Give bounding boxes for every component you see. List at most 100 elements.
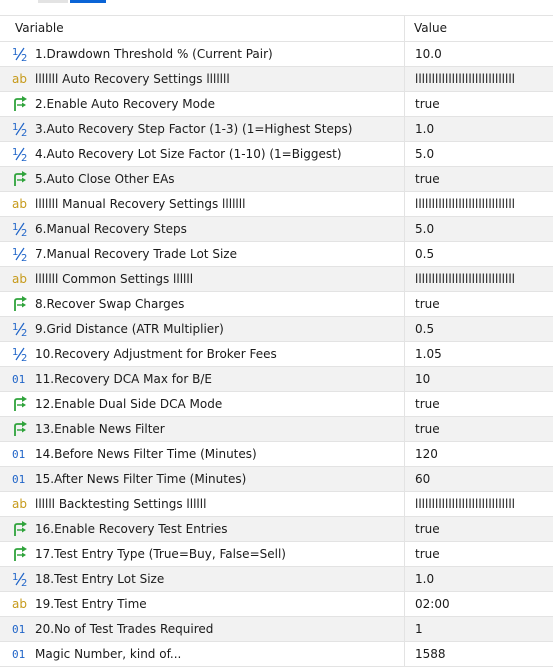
variable-name: 1.Drawdown Threshold % (Current Pair) xyxy=(35,47,273,61)
variable-name: 5.Auto Close Other EAs xyxy=(35,172,175,186)
value-cell[interactable]: 0.5 xyxy=(405,242,553,266)
value-cell[interactable]: true xyxy=(405,392,553,416)
value-cell[interactable]: 60 xyxy=(405,467,553,491)
value-cell[interactable]: 10 xyxy=(405,367,553,391)
table-row[interactable]: 1 2 1.Drawdown Threshold % (Current Pair… xyxy=(0,42,553,67)
svg-text:1: 1 xyxy=(12,147,18,158)
value-cell[interactable]: 1.0 xyxy=(405,567,553,591)
table-row[interactable]: ab 19.Test Entry Time 02:00 xyxy=(0,592,553,617)
table-row[interactable]: ab llllll Backtesting Settings llllll llll… xyxy=(0,492,553,517)
variable-cell[interactable]: 1 2 7.Manual Recovery Trade Lot Size xyxy=(0,242,405,266)
variable-cell[interactable]: 1 2 10.Recovery Adjustment for Broker Fe… xyxy=(0,342,405,366)
value-cell[interactable]: 1 xyxy=(405,617,553,641)
table-row[interactable]: 12.Enable Dual Side DCA Mode true xyxy=(0,392,553,417)
table-row[interactable]: 1 2 10.Recovery Adjustment for Broker Fe… xyxy=(0,342,553,367)
variable-name: lllllll Auto Recovery Settings lllllll xyxy=(35,72,230,86)
variable-cell[interactable]: 5.Auto Close Other EAs xyxy=(0,167,405,191)
variable-cell[interactable]: ab lllllll Common Settings llllll xyxy=(0,267,405,291)
variable-cell[interactable]: ab llllll Backtesting Settings llllll xyxy=(0,492,405,516)
value-cell[interactable]: llllllllllllllllllllllllllllll xyxy=(405,192,553,216)
table-row[interactable]: 1 2 6.Manual Recovery Steps 5.0 xyxy=(0,217,553,242)
variable-name: 20.No of Test Trades Required xyxy=(35,622,214,636)
table-row[interactable]: 1 2 3.Auto Recovery Step Factor (1-3) (1… xyxy=(0,117,553,142)
variable-name: 12.Enable Dual Side DCA Mode xyxy=(35,397,223,411)
value-text: 10.0 xyxy=(415,47,442,61)
variable-name: 16.Enable Recovery Test Entries xyxy=(35,522,228,536)
svg-text:2: 2 xyxy=(21,228,27,237)
variable-cell[interactable]: 1 2 4.Auto Recovery Lot Size Factor (1-1… xyxy=(0,142,405,166)
variable-cell[interactable]: 12.Enable Dual Side DCA Mode xyxy=(0,392,405,416)
value-cell[interactable]: true xyxy=(405,417,553,441)
variable-name: 6.Manual Recovery Steps xyxy=(35,222,187,236)
table-row[interactable]: ab lllllll Manual Recovery Settings lllll… xyxy=(0,192,553,217)
table-row[interactable]: 01 20.No of Test Trades Required 1 xyxy=(0,617,553,642)
header-variable[interactable]: Variable xyxy=(0,16,405,41)
svg-text:2: 2 xyxy=(21,328,27,337)
value-cell[interactable]: true xyxy=(405,92,553,116)
value-text: 60 xyxy=(415,472,431,486)
value-cell[interactable]: 02:00 xyxy=(405,592,553,616)
variable-cell[interactable]: 17.Test Entry Type (True=Buy, False=Sell… xyxy=(0,542,405,566)
tab-common[interactable] xyxy=(38,0,68,3)
table-row[interactable]: 17.Test Entry Type (True=Buy, False=Sell… xyxy=(0,542,553,567)
value-cell[interactable]: true xyxy=(405,542,553,566)
value-cell[interactable]: 1588 xyxy=(405,642,553,666)
value-cell[interactable]: true xyxy=(405,167,553,191)
variable-name: Magic Number, kind of... xyxy=(35,647,182,661)
variable-cell[interactable]: 1 2 3.Auto Recovery Step Factor (1-3) (1… xyxy=(0,117,405,141)
variable-name: 9.Grid Distance (ATR Multiplier) xyxy=(35,322,224,336)
value-text: 1588 xyxy=(415,647,446,661)
table-row[interactable]: 01 15.After News Filter Time (Minutes) 60 xyxy=(0,467,553,492)
table-row[interactable]: 1 2 7.Manual Recovery Trade Lot Size 0.5 xyxy=(0,242,553,267)
value-cell[interactable]: 1.0 xyxy=(405,117,553,141)
header-value[interactable]: Value xyxy=(405,16,553,41)
table-row[interactable]: 01 14.Before News Filter Time (Minutes) 12… xyxy=(0,442,553,467)
variable-cell[interactable]: ab lllllll Auto Recovery Settings lllllll xyxy=(0,67,405,91)
value-cell[interactable]: 120 xyxy=(405,442,553,466)
value-cell[interactable]: 5.0 xyxy=(405,217,553,241)
bool-icon xyxy=(12,96,32,112)
variable-cell[interactable]: 1 2 9.Grid Distance (ATR Multiplier) xyxy=(0,317,405,341)
variable-cell[interactable]: 01 11.Recovery DCA Max for B/E xyxy=(0,367,405,391)
table-row[interactable]: 2.Enable Auto Recovery Mode true xyxy=(0,92,553,117)
table-row[interactable]: 13.Enable News Filter true xyxy=(0,417,553,442)
table-row[interactable]: 01 11.Recovery DCA Max for B/E 10 xyxy=(0,367,553,392)
int-icon: 01 xyxy=(12,447,26,461)
variable-cell[interactable]: ab lllllll Manual Recovery Settings lllll… xyxy=(0,192,405,216)
table-row[interactable]: 01 Magic Number, kind of... 1588 xyxy=(0,642,553,667)
variable-cell[interactable]: 01 Magic Number, kind of... xyxy=(0,642,405,666)
table-row[interactable]: 1 2 4.Auto Recovery Lot Size Factor (1-1… xyxy=(0,142,553,167)
table-row[interactable]: 8.Recover Swap Charges true xyxy=(0,292,553,317)
variable-cell[interactable]: 8.Recover Swap Charges xyxy=(0,292,405,316)
table-row[interactable]: ab lllllll Common Settings llllll llllllll… xyxy=(0,267,553,292)
value-cell[interactable]: 5.0 xyxy=(405,142,553,166)
variable-cell[interactable]: 16.Enable Recovery Test Entries xyxy=(0,517,405,541)
value-cell[interactable]: llllllllllllllllllllllllllllll xyxy=(405,492,553,516)
variable-cell[interactable]: 1 2 1.Drawdown Threshold % (Current Pair… xyxy=(0,42,405,66)
variable-cell[interactable]: 2.Enable Auto Recovery Mode xyxy=(0,92,405,116)
value-cell[interactable]: 0.5 xyxy=(405,317,553,341)
variable-cell[interactable]: 13.Enable News Filter xyxy=(0,417,405,441)
variable-cell[interactable]: 01 20.No of Test Trades Required xyxy=(0,617,405,641)
variable-cell[interactable]: 01 14.Before News Filter Time (Minutes) xyxy=(0,442,405,466)
tab-inputs-active[interactable] xyxy=(70,0,106,3)
variable-cell[interactable]: 1 2 18.Test Entry Lot Size xyxy=(0,567,405,591)
variable-cell[interactable]: ab 19.Test Entry Time xyxy=(0,592,405,616)
value-cell[interactable]: true xyxy=(405,292,553,316)
variable-cell[interactable]: 01 15.After News Filter Time (Minutes) xyxy=(0,467,405,491)
table-row[interactable]: ab lllllll Auto Recovery Settings lllllll… xyxy=(0,67,553,92)
value-cell[interactable]: llllllllllllllllllllllllllllll xyxy=(405,267,553,291)
table-row[interactable]: 5.Auto Close Other EAs true xyxy=(0,167,553,192)
table-row[interactable]: 1 2 9.Grid Distance (ATR Multiplier) 0.5 xyxy=(0,317,553,342)
bool-icon xyxy=(12,421,32,437)
value-cell[interactable]: llllllllllllllllllllllllllllll xyxy=(405,67,553,91)
table-row[interactable]: 1 2 18.Test Entry Lot Size 1.0 xyxy=(0,567,553,592)
value-cell[interactable]: 10.0 xyxy=(405,42,553,66)
value-text: true xyxy=(415,97,440,111)
table-row[interactable]: 16.Enable Recovery Test Entries true xyxy=(0,517,553,542)
value-cell[interactable]: 1.05 xyxy=(405,342,553,366)
value-cell[interactable]: true xyxy=(405,517,553,541)
string-icon: ab xyxy=(12,272,27,286)
value-text: true xyxy=(415,397,440,411)
variable-cell[interactable]: 1 2 6.Manual Recovery Steps xyxy=(0,217,405,241)
